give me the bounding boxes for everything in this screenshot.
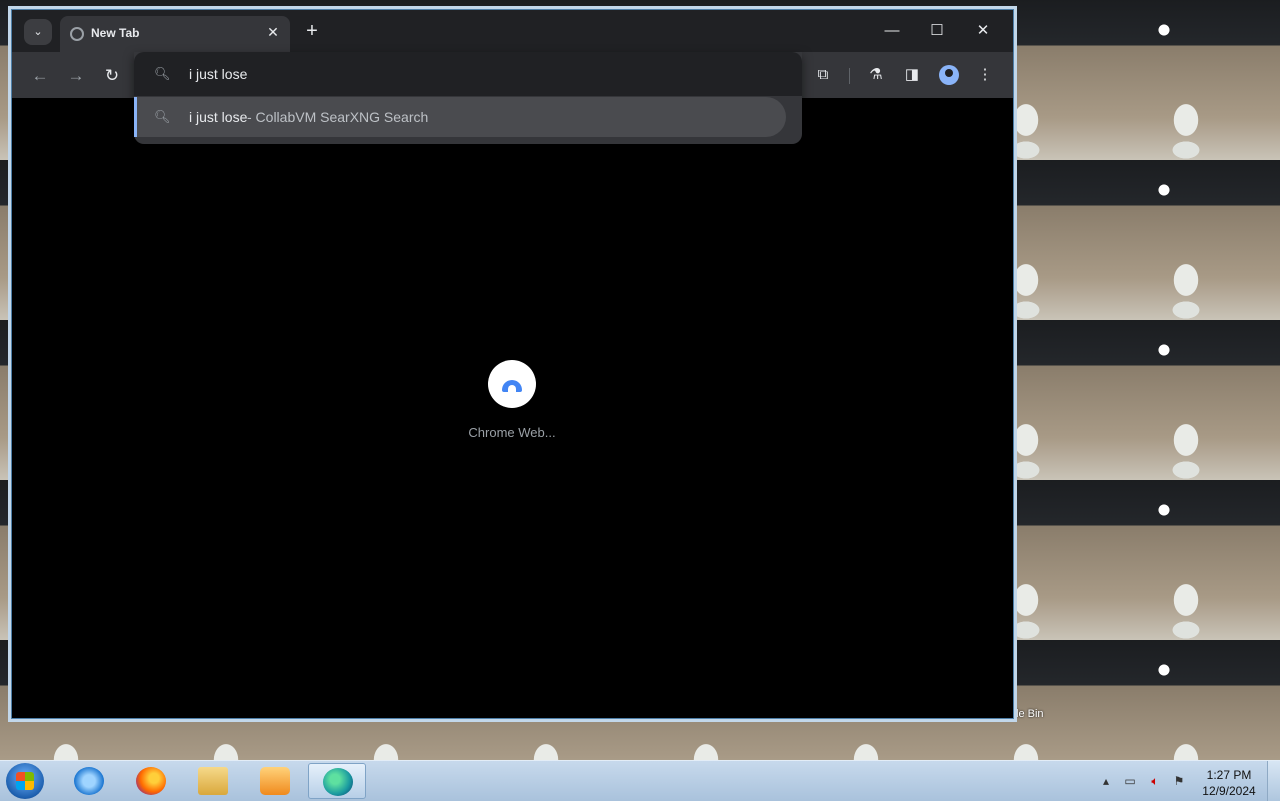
menu-icon: ⋮ xyxy=(977,66,993,83)
close-window-button[interactable]: ✕ xyxy=(963,18,1003,44)
firefox-icon xyxy=(136,767,166,795)
search-icon: 🔍︎ xyxy=(154,109,171,124)
start-button[interactable] xyxy=(6,763,44,799)
side-panel-icon: ◨ xyxy=(904,66,920,83)
new-tab-button[interactable]: + xyxy=(301,20,323,42)
toolbar-divider xyxy=(849,68,850,84)
profile-icon[interactable] xyxy=(939,65,959,85)
system-clock[interactable]: 1:27 PM 12/9/2024 xyxy=(1196,767,1262,799)
browser-window: ⌄ New Tab ✕ + — ☐ ✕ ← → ↻ ⧉ ⚗ ◨ ⋮ 🔍︎ 🔍︎ … xyxy=(11,9,1014,719)
shortcut-label[interactable]: Chrome Web... xyxy=(452,425,572,440)
reload-icon: ↻ xyxy=(104,66,120,85)
file-explorer-icon xyxy=(198,767,228,795)
clock-time: 1:27 PM xyxy=(1206,768,1252,782)
volume-muted-icon[interactable]: 🔈︎ xyxy=(1147,773,1163,789)
omnibox-suggestion[interactable]: 🔍︎ i just lose - CollabVM SearXNG Search xyxy=(134,97,786,137)
tab-search-icon: ⌄ xyxy=(33,26,43,38)
globe-icon xyxy=(70,27,84,41)
omnibox[interactable]: 🔍︎ xyxy=(134,52,802,96)
maximize-button[interactable]: ☐ xyxy=(917,18,957,44)
search-icon: 🔍︎ xyxy=(154,66,171,81)
taskbar-edge[interactable] xyxy=(308,763,366,799)
taskbar-firefox[interactable] xyxy=(122,763,180,799)
side-panel-button[interactable]: ◨ xyxy=(900,63,924,87)
labs-button[interactable]: ⚗ xyxy=(864,63,888,87)
minimize-button[interactable]: — xyxy=(872,18,912,44)
chrome-web-store-shortcut[interactable] xyxy=(488,360,536,408)
internet-explorer-icon xyxy=(74,767,104,795)
suggestion-query: i just lose xyxy=(189,109,248,125)
taskbar: ▴ ▭ 🔈︎ ⚑ 1:27 PM 12/9/2024 xyxy=(0,760,1280,801)
clock-date: 12/9/2024 xyxy=(1202,784,1256,798)
tab-new-tab[interactable]: New Tab ✕ xyxy=(60,16,290,52)
labs-icon: ⚗ xyxy=(869,66,883,83)
edge-icon xyxy=(323,768,353,796)
recycle-bin-label[interactable]: le Bin xyxy=(1016,708,1044,720)
tab-search-button[interactable]: ⌄ xyxy=(24,19,52,45)
action-center-icon[interactable]: ⚑ xyxy=(1171,773,1187,789)
tab-title: New Tab xyxy=(91,26,140,40)
suggestion-description: - CollabVM SearXNG Search xyxy=(247,109,429,125)
forward-icon: → xyxy=(67,66,85,85)
media-player-icon xyxy=(260,767,290,795)
suggestion-focus-bar xyxy=(134,97,137,137)
forward-button[interactable]: → xyxy=(64,64,88,88)
tab-strip: ⌄ New Tab ✕ + — ☐ ✕ xyxy=(12,10,1013,52)
close-icon: ✕ xyxy=(267,24,279,40)
back-icon: ← xyxy=(31,66,49,85)
menu-button[interactable]: ⋮ xyxy=(973,63,997,87)
network-icon[interactable]: ▭ xyxy=(1122,773,1138,789)
taskbar-file-explorer[interactable] xyxy=(184,763,242,799)
tab-close-button[interactable]: ✕ xyxy=(264,24,282,41)
extensions-button[interactable]: ⧉ xyxy=(811,63,835,87)
windows-start-icon xyxy=(16,772,34,790)
extensions-icon: ⧉ xyxy=(817,66,829,83)
back-button[interactable]: ← xyxy=(28,64,52,88)
omnibox-popup: 🔍︎ 🔍︎ i just lose - CollabVM SearXNG Sea… xyxy=(134,52,802,144)
plus-icon: + xyxy=(306,20,318,42)
taskbar-media-player[interactable] xyxy=(246,763,304,799)
show-desktop-button[interactable] xyxy=(1267,761,1280,801)
taskbar-internet-explorer[interactable] xyxy=(60,763,118,799)
tray-overflow-icon[interactable]: ▴ xyxy=(1098,773,1114,789)
reload-button[interactable]: ↻ xyxy=(100,64,124,88)
omnibox-input[interactable] xyxy=(189,65,749,83)
